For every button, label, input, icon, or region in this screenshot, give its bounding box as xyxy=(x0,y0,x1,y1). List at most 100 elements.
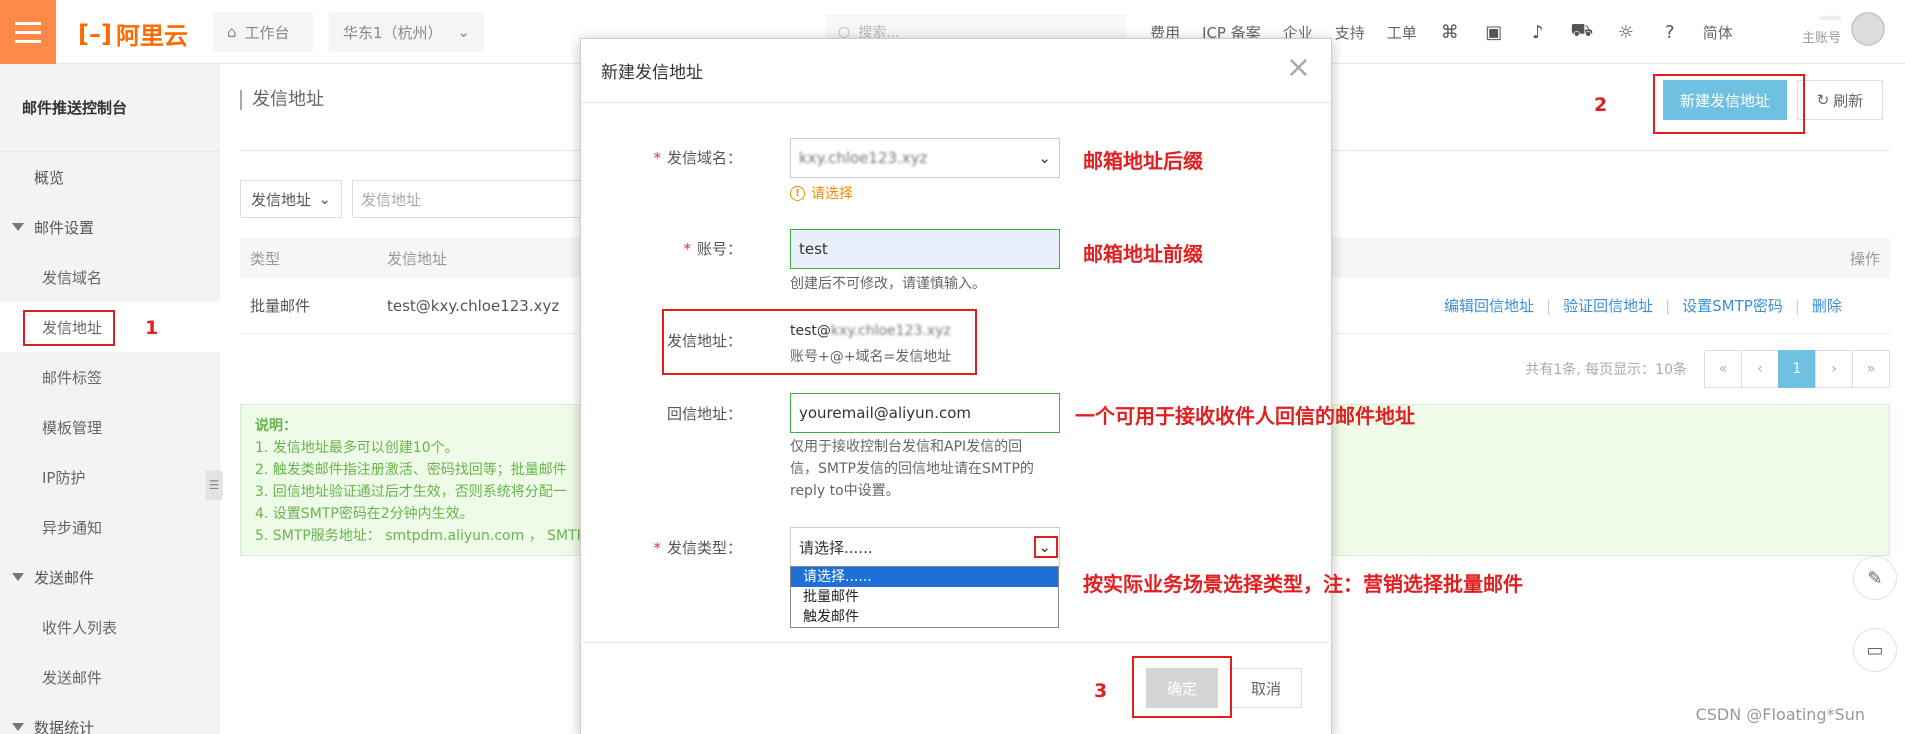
annotation-prefix: 邮箱地址前缀 xyxy=(1083,242,1203,266)
sidebar-item-overview[interactable]: 概览 xyxy=(0,152,220,202)
cart-icon[interactable]: ⛟ xyxy=(1570,20,1593,43)
bell-icon[interactable]: ♪ xyxy=(1527,21,1549,43)
col-ops: 操作 xyxy=(1850,249,1881,268)
type-dropdown-list: 请选择...... 批量邮件 触发邮件 xyxy=(790,566,1059,628)
language-switch[interactable]: 简体 xyxy=(1703,22,1733,43)
dialog-footer-divider xyxy=(580,642,1332,643)
row-actions: 编辑回信地址 | 验证回信地址 | 设置SMTP密码 | 删除 xyxy=(1444,278,1842,333)
separator: | xyxy=(1794,296,1800,315)
region-select[interactable]: 华东1（杭州） ⌄ xyxy=(329,12,484,52)
col-type: 类型 xyxy=(250,249,281,268)
highlight-new-button xyxy=(1653,74,1805,134)
user-role: 主账号 xyxy=(1801,31,1841,46)
logo-mark: [–] xyxy=(78,19,112,48)
domain-warning: ! 请选择 xyxy=(790,183,853,203)
account-input[interactable]: test xyxy=(790,229,1060,269)
edit-float-icon[interactable]: ✎ xyxy=(1853,556,1897,600)
bulb-icon[interactable]: ☼ xyxy=(1615,21,1637,43)
sidebar-item-tags[interactable]: 邮件标签 xyxy=(0,352,220,402)
pager-summary: 共有1条, 每页显示：10条 xyxy=(1525,362,1687,378)
domain-select[interactable]: kxy.chloe123.xyz ⌄ xyxy=(790,138,1060,178)
row-type: 批量邮件 xyxy=(250,297,311,315)
step-1-number: 1 xyxy=(145,317,159,339)
type-label: * 发信类型： xyxy=(653,539,742,557)
highlight-sidebar-address xyxy=(23,310,115,346)
cancel-button[interactable]: 取消 xyxy=(1230,668,1302,708)
dialog-header: 新建发信地址 × xyxy=(581,39,1331,103)
pagination: 共有1条, 每页显示：10条 « ‹ 1 › » xyxy=(1525,350,1890,388)
annotation-reply: 一个可用于接收收件人回信的邮件地址 xyxy=(1075,404,1415,428)
user-menu[interactable]: ····· 主账号 xyxy=(1802,12,1885,46)
menu-icon[interactable] xyxy=(0,0,56,64)
delete-link[interactable]: 删除 xyxy=(1812,295,1842,316)
sidebar-item-async-notify[interactable]: 异步通知 xyxy=(0,502,220,552)
separator: | xyxy=(1665,296,1671,315)
sidebar-group-mail-settings[interactable]: 邮件设置 xyxy=(0,202,220,252)
set-smtp-password-link[interactable]: 设置SMTP密码 xyxy=(1682,295,1783,316)
sidebar-item-send[interactable]: 发送邮件 xyxy=(0,652,220,702)
sidebar-item-ip-protection[interactable]: IP防护 xyxy=(0,452,220,502)
terminal-icon[interactable]: ▣ xyxy=(1483,21,1505,43)
step-3-number: 3 xyxy=(1094,680,1108,702)
pager-first[interactable]: « xyxy=(1704,350,1742,388)
filter-input[interactable]: 发信地址 xyxy=(352,180,582,218)
user-name: ····· xyxy=(1820,12,1841,27)
refresh-icon: ↻ xyxy=(1816,91,1830,109)
sidebar-item-recipients[interactable]: 收件人列表 xyxy=(0,602,220,652)
highlight-type-chevron xyxy=(1034,536,1058,558)
pager-current[interactable]: 1 xyxy=(1778,350,1816,388)
sidebar-item-templates[interactable]: 模板管理 xyxy=(0,402,220,452)
close-icon[interactable]: × xyxy=(1286,53,1311,83)
avatar[interactable] xyxy=(1851,12,1885,46)
code-icon[interactable]: ⌘ xyxy=(1439,21,1461,43)
caret-down-icon xyxy=(12,223,24,231)
caret-down-icon xyxy=(12,573,24,581)
account-label: * 账号： xyxy=(683,240,742,258)
chevron-down-icon: ⌄ xyxy=(318,190,331,208)
dialog-title: 新建发信地址 xyxy=(601,63,703,83)
pager-last[interactable]: » xyxy=(1852,350,1890,388)
annotation-type: 按实际业务场景选择类型，注：营销选择批量邮件 xyxy=(1083,572,1523,596)
link-ticket[interactable]: 工单 xyxy=(1387,22,1417,43)
filter-type-select[interactable]: 发信地址 ⌄ xyxy=(240,180,342,218)
reply-input[interactable]: youremail@aliyun.com xyxy=(790,393,1060,433)
reply-label: 回信地址： xyxy=(666,405,742,423)
row-address: test@kxy.chloe123.xyz xyxy=(387,296,560,315)
separator: | xyxy=(1546,296,1552,315)
help-icon[interactable]: ? xyxy=(1659,21,1681,43)
pager-prev[interactable]: ‹ xyxy=(1741,350,1779,388)
domain-label: * 发信域名： xyxy=(653,149,742,167)
reply-help: 仅用于接收控制台发信和API发信的回 信，SMTP发信的回信地址请在SMTP的 … xyxy=(790,439,1034,499)
annotation-suffix: 邮箱地址后缀 xyxy=(1083,149,1203,173)
type-option-trigger[interactable]: 触发邮件 xyxy=(791,607,1058,627)
type-select[interactable]: 请选择...... ⌄ xyxy=(790,527,1060,567)
sidebar-collapse-handle[interactable]: ☰ xyxy=(205,470,223,500)
pager-next[interactable]: › xyxy=(1815,350,1853,388)
warning-icon: ! xyxy=(790,185,805,201)
aliyun-logo[interactable]: [–] 阿里云 xyxy=(78,16,188,51)
highlight-confirm-button xyxy=(1132,656,1232,718)
link-support[interactable]: 支持 xyxy=(1335,22,1365,43)
highlight-address-preview xyxy=(662,309,977,375)
chevron-down-icon: ⌄ xyxy=(457,23,470,41)
watermark: CSDN @Floating*Sun xyxy=(1695,705,1865,724)
type-option-placeholder[interactable]: 请选择...... xyxy=(791,567,1058,587)
step-2-number: 2 xyxy=(1594,94,1608,116)
edit-reply-link[interactable]: 编辑回信地址 xyxy=(1444,295,1534,316)
type-option-batch[interactable]: 批量邮件 xyxy=(791,587,1058,607)
refresh-button[interactable]: ↻ 刷新 xyxy=(1797,80,1883,120)
home-icon: ⌂ xyxy=(227,23,237,41)
page-title: 发信地址 xyxy=(240,90,324,110)
chevron-down-icon: ⌄ xyxy=(1038,149,1051,167)
workbench-button[interactable]: ⌂ 工作台 xyxy=(213,12,313,52)
chat-float-icon[interactable]: ▭ xyxy=(1853,628,1897,672)
account-help: 创建后不可修改，请谨慎输入。 xyxy=(790,276,986,292)
sidebar: 邮件推送控制台 概览 邮件设置 发信域名 发信地址 邮件标签 模板管理 IP防护… xyxy=(0,64,220,734)
sidebar-title: 邮件推送控制台 xyxy=(0,64,220,152)
sidebar-group-send-mail[interactable]: 发送邮件 xyxy=(0,552,220,602)
verify-reply-link[interactable]: 验证回信地址 xyxy=(1563,295,1653,316)
sidebar-group-stats[interactable]: 数据统计 xyxy=(0,702,220,734)
col-address: 发信地址 xyxy=(387,249,448,268)
sidebar-item-domains[interactable]: 发信域名 xyxy=(0,252,220,302)
caret-down-icon xyxy=(12,723,24,731)
